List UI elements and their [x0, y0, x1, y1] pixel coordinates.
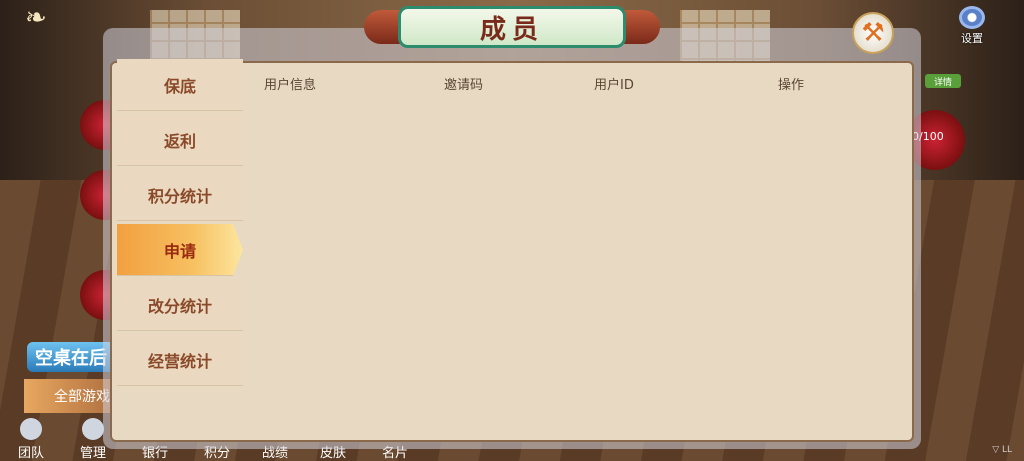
- dialog-title: 成员: [398, 6, 626, 48]
- sidebar-item-business-stats[interactable]: 经营统计: [117, 334, 243, 386]
- sidebar-item-rebate[interactable]: 返利: [117, 114, 243, 166]
- hammer-icon: ⚒: [861, 18, 885, 48]
- nav-label: 团队: [18, 446, 45, 461]
- settings-button[interactable]: 设置: [952, 6, 992, 46]
- close-button[interactable]: ⚒: [852, 12, 894, 54]
- sidebar-item-score-change-stats[interactable]: 改分统计: [117, 279, 243, 331]
- all-games-button[interactable]: 全部游戏: [24, 379, 114, 413]
- watermark: ▽ LL: [992, 445, 1012, 455]
- detail-badge[interactable]: 详情: [925, 74, 961, 88]
- manage-icon: [82, 418, 104, 440]
- sidebar-item-points-stats[interactable]: 积分统计: [117, 169, 243, 221]
- team-icon: [20, 418, 42, 440]
- table-header: 用户信息 邀请码 用户ID 操作: [244, 70, 910, 96]
- nav-item-team[interactable]: 团队: [18, 418, 44, 461]
- column-header-user-info: 用户信息: [264, 77, 317, 93]
- dialog-title-banner: 成员: [364, 6, 660, 48]
- settings-label: 设置: [961, 32, 983, 45]
- logo-icon[interactable]: ❧: [8, 3, 64, 33]
- sidebar: 保底 返利 积分统计 申请 改分统计 经营统计: [117, 59, 243, 389]
- sidebar-item-apply[interactable]: 申请: [117, 224, 243, 276]
- sidebar-item-guarantee[interactable]: 保底: [117, 59, 243, 111]
- gear-icon: [959, 6, 985, 29]
- column-header-user-id: 用户ID: [594, 77, 634, 93]
- column-header-invite-code: 邀请码: [444, 77, 484, 93]
- column-header-action: 操作: [778, 77, 805, 93]
- nav-label: 管理: [80, 446, 107, 461]
